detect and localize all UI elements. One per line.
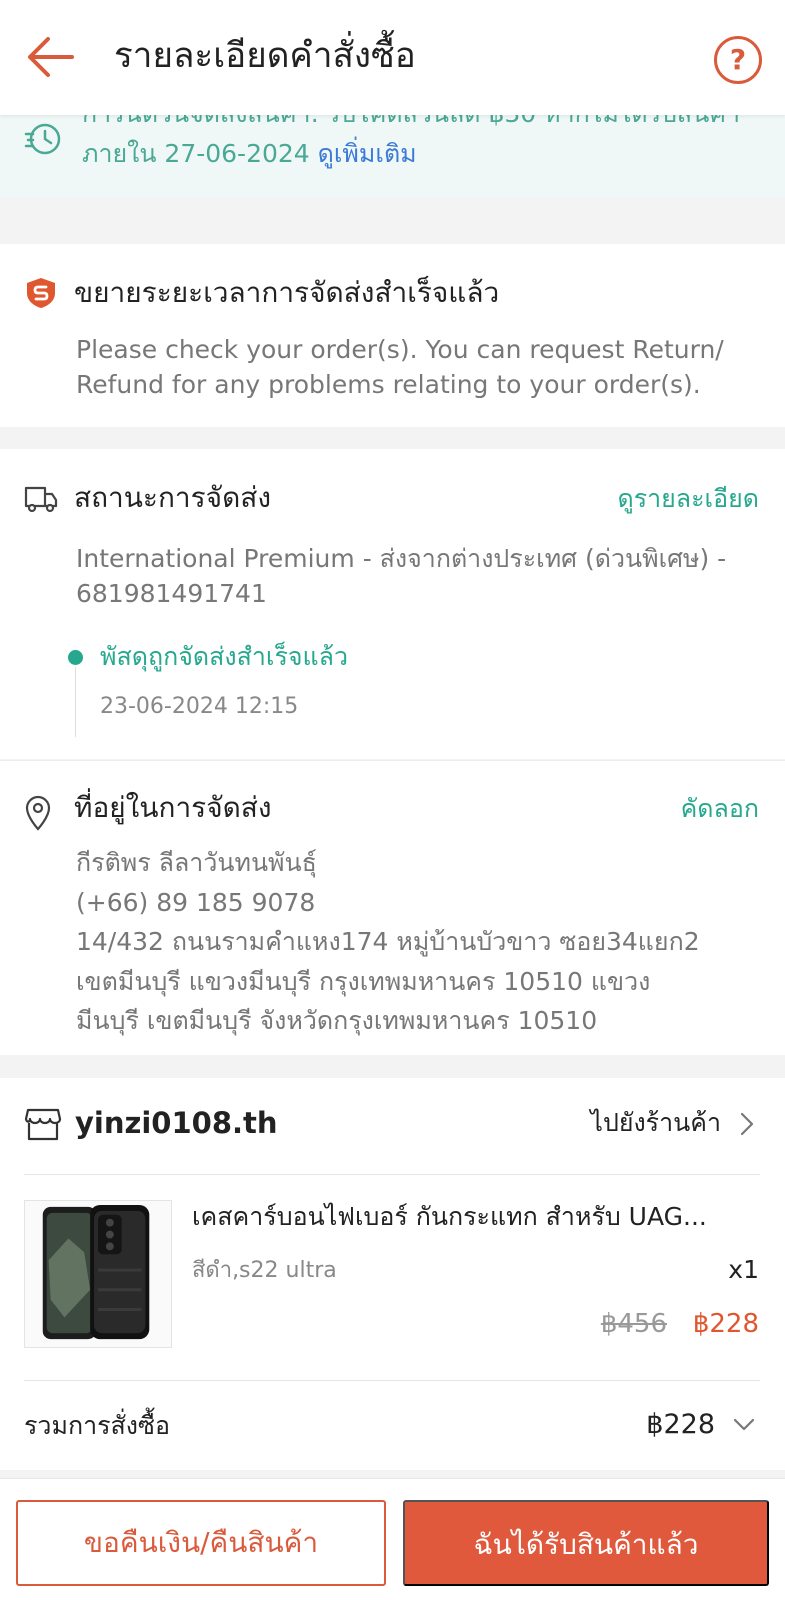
delivery-status-text: พัสดุถูกจัดส่งสำเร็จแล้ว	[100, 642, 348, 671]
product-name[interactable]: เคสคาร์บอนไฟเบอร์ กันกระแทก สำหรับ UAG..…	[192, 1196, 752, 1238]
status-dot-icon	[68, 650, 83, 665]
arrow-left-icon[interactable]	[24, 34, 76, 80]
shipping-status-title: สถานะการจัดส่ง	[74, 481, 272, 514]
address-line-2: เขตมีนบุรี แขวงมีนบุรี กรุงเทพมหานคร 105…	[76, 966, 651, 996]
shipping-status-card: สถานะการจัดส่ง ดูรายละเอียด Internationa…	[0, 449, 785, 759]
extension-message: Please check your order(s). You can requ…	[76, 335, 724, 399]
view-details-link[interactable]: ดูรายละเอียด	[617, 479, 759, 519]
recipient-name: กีรติพร ลีลาวันทนพันธุ์	[76, 848, 317, 877]
order-total-value[interactable]: ฿228	[646, 1402, 715, 1448]
see-more-link[interactable]: ดูเพิ่มเติม	[318, 139, 417, 168]
address-line-1: 14/432 ถนนรามคำแหง174 หมู่บ้านบัวขาว ซอย…	[76, 927, 700, 956]
product-quantity: x1	[728, 1255, 759, 1284]
delivery-guarantee-banner: การันตีวันจัดส่งสินค้า: รับโค้ดส่วนลด ฿3…	[0, 102, 785, 198]
address-title: ที่อยู่ในการจัดส่ง	[74, 791, 272, 824]
chevron-down-icon[interactable]	[733, 1418, 755, 1432]
request-refund-button[interactable]: ขอคืนเงิน/คืนสินค้า	[16, 1500, 386, 1586]
shop-name[interactable]: yinzi0108.th	[75, 1100, 278, 1146]
sale-price: ฿228	[692, 1309, 759, 1339]
truck-icon	[24, 486, 58, 513]
phone-case-illustration	[42, 1204, 150, 1340]
shop-icon	[24, 1108, 62, 1141]
order-received-button[interactable]: ฉันได้รับสินค้าแล้ว	[403, 1500, 769, 1586]
delivery-timestamp: 23-06-2024 12:15	[100, 694, 299, 719]
location-pin-icon	[25, 795, 51, 831]
shop-order-card: yinzi0108.th ไปยังร้านค้า เคสคาร์บอนไฟเบ…	[0, 1078, 785, 1470]
fast-delivery-clock-icon	[24, 123, 61, 155]
carrier-tracking-info: International Premium - ส่งจากต่างประเทศ…	[76, 544, 727, 608]
address-details: กีรติพร ลีลาวันทนพันธุ์ (+66) 89 185 907…	[76, 843, 766, 1041]
divider	[24, 1380, 760, 1381]
product-variant: สีดำ,s22 ultra	[192, 1258, 337, 1283]
order-total-label: รวมการสั่งซื้อ	[24, 1411, 170, 1440]
bottom-action-bar: ขอคืนเงิน/คืนสินค้า ฉันได้รับสินค้าแล้ว	[0, 1478, 785, 1600]
address-line-3: มีนบุรี เขตมีนบุรี จังหวัดกรุงเทพมหานคร …	[76, 1006, 598, 1035]
copy-address-link[interactable]: คัดลอก	[681, 789, 759, 829]
recipient-phone: (+66) 89 185 9078	[76, 887, 316, 917]
shipping-address-card: ที่อยู่ในการจัดส่ง คัดลอก กีรติพร ลีลาวั…	[0, 760, 785, 1055]
page-title: รายละเอียดคำสั่งซื้อ	[114, 36, 416, 76]
top-app-bar: รายละเอียดคำสั่งซื้อ ?	[0, 0, 785, 115]
divider	[24, 1174, 760, 1175]
original-price: ฿456	[600, 1309, 667, 1339]
go-to-shop-link[interactable]: ไปยังร้านค้า	[590, 1102, 721, 1144]
delivery-extension-card: ขยายระยะเวลาการจัดส่งสำเร็จแล้ว Please c…	[0, 244, 785, 427]
timeline-line	[75, 667, 76, 737]
chevron-right-icon[interactable]	[739, 1112, 755, 1136]
help-circle-icon[interactable]: ?	[714, 36, 762, 84]
product-image[interactable]	[24, 1200, 172, 1348]
shield-icon	[27, 278, 55, 308]
extension-title: ขยายระยะเวลาการจัดส่งสำเร็จแล้ว	[74, 276, 500, 309]
